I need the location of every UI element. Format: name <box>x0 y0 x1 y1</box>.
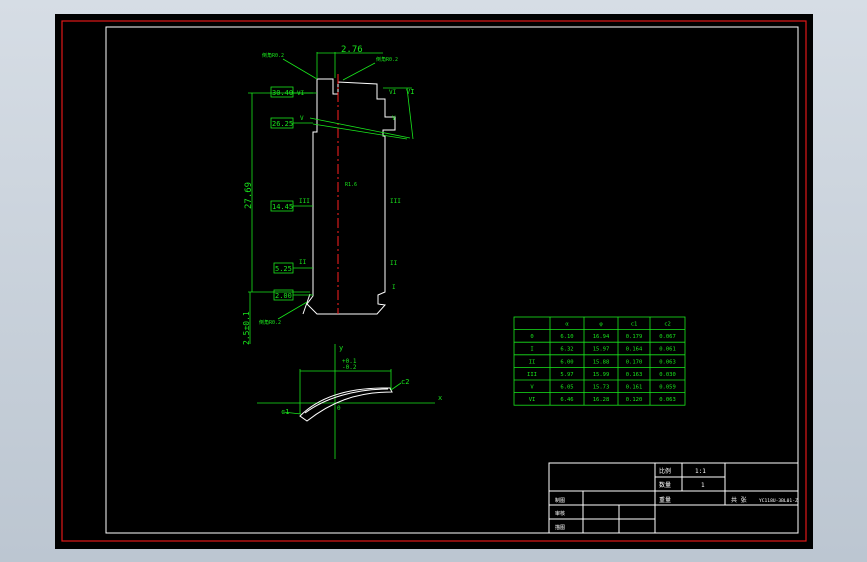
approver-label: 描图 <box>555 524 565 531</box>
center-label: R1.6 <box>345 182 357 188</box>
cad-viewport[interactable]: 2.76 倒角R0.2 倒角R0.2 27.69 30.40 26.25 14.… <box>55 14 813 549</box>
table-header-cell: φ <box>599 322 603 328</box>
blade-profile <box>302 78 396 315</box>
table-cell: 0.063 <box>659 397 676 403</box>
table-cell: 6.00 <box>560 359 573 365</box>
table-cell: 0.161 <box>626 385 643 391</box>
mark-left-3: III <box>299 198 310 205</box>
scale-label: 比例 <box>659 467 671 475</box>
dim-top: 2.76 <box>316 45 383 78</box>
table-cell: 15.97 <box>593 347 610 353</box>
drawing-number: YC118U-3BL01-Z <box>759 498 798 504</box>
table-cell: 0.163 <box>626 372 643 378</box>
table-cell: 15.73 <box>593 385 610 391</box>
table-cell: 15.88 <box>593 359 610 365</box>
cross-section: y x 0 +0.1 -0.2 c1 c2 <box>257 344 442 459</box>
table-header-cell: c2 <box>664 322 671 328</box>
note-chamfer-top-left: 倒角R0.2 <box>262 52 284 59</box>
mark-right-3: III <box>390 198 401 205</box>
table-cell: VI <box>529 397 536 403</box>
title-block: 比例 1:1 数量 1 制图 重量 共 张 YC118U-3BL01-Z 审核 … <box>548 462 799 534</box>
c2-label: c2 <box>401 378 409 386</box>
axis-y-label: y <box>339 344 343 352</box>
table-cell: 0.067 <box>659 334 676 340</box>
c1-label: c1 <box>281 408 289 416</box>
table-cell: 0.059 <box>659 385 676 391</box>
section-dim-3: 14.45 <box>272 203 293 211</box>
dim-total-height-label: 27.69 <box>244 182 254 209</box>
table-cell: V <box>530 385 534 391</box>
inner-border <box>105 26 799 534</box>
table-cell: 5.97 <box>560 372 573 378</box>
table-cell: 0.061 <box>659 347 676 353</box>
table-cell: 0.030 <box>659 372 676 378</box>
table-cell: 6.05 <box>560 385 573 391</box>
table-cell: 16.94 <box>593 334 610 340</box>
tolerance-bottom: -0.2 <box>342 364 357 371</box>
origin-label: 0 <box>337 405 341 412</box>
section-dims-left: 30.40 26.25 14.45 5.25 2.00 <box>270 86 313 301</box>
drawing-canvas: 2.76 倒角R0.2 倒角R0.2 27.69 30.40 26.25 14.… <box>61 20 807 542</box>
scale-value: 1:1 <box>695 468 706 475</box>
mark-left-2: V <box>300 115 304 122</box>
section-data-table: α φ c1 c2 0 6.10 16.94 0.179 0.067 I 6.32 15.97 0.16… <box>513 316 686 406</box>
note-chamfer-top-right: 倒角R0.2 <box>376 56 398 63</box>
designer-label: 制图 <box>555 497 565 504</box>
mark-right-4: II <box>390 260 398 267</box>
dim-top-label: 2.76 <box>341 45 363 55</box>
table-cell: 0.179 <box>626 334 643 340</box>
mark-right-2: V <box>392 115 396 122</box>
table-cell: 16.28 <box>593 397 610 403</box>
mark-left-4: II <box>299 259 307 266</box>
section-marks-right: VI V III II I <box>389 89 401 291</box>
note-chamfer-bottom-left: 倒角R0.2 <box>259 319 281 326</box>
table-cell: 0.063 <box>659 359 676 365</box>
table-cell: I <box>530 347 533 353</box>
mark-right-5: I <box>392 284 396 291</box>
sheet-label: 共 张 <box>731 496 747 504</box>
table-cell: 15.99 <box>593 372 610 378</box>
table-cell: II <box>529 359 536 365</box>
checker-label: 审核 <box>555 510 565 517</box>
table-cell: 0 <box>530 334 533 340</box>
mark-right-extra: VI <box>406 88 414 96</box>
table-cell: 6.10 <box>560 334 573 340</box>
axis-x-label: x <box>438 394 442 402</box>
table-cell: 0.120 <box>626 397 643 403</box>
table-cell: 6.32 <box>560 347 573 353</box>
table-header-cell: c1 <box>631 322 638 328</box>
table-cell: III <box>527 372 537 378</box>
section-marks-left: VI V III II <box>297 90 310 266</box>
table-cell: 0.170 <box>626 359 643 365</box>
weight-label: 重量 <box>659 496 671 504</box>
section-dim-1: 30.40 <box>272 89 293 97</box>
section-dim-4: 5.25 <box>275 265 292 273</box>
dim-bottom-label: 2.5±0.1 <box>242 311 251 345</box>
qty-label: 数量 <box>659 481 671 489</box>
section-dim-5: 2.00 <box>275 292 292 300</box>
table-cell: 0.164 <box>626 347 643 353</box>
table-cell: 6.46 <box>560 397 573 403</box>
mark-right-1: VI <box>389 89 397 96</box>
mark-left-1: VI <box>297 90 305 97</box>
table-header-cell: α <box>565 322 569 328</box>
airfoil-section <box>299 387 393 422</box>
qty-value: 1 <box>701 482 705 489</box>
section-dim-2: 26.25 <box>272 120 293 128</box>
